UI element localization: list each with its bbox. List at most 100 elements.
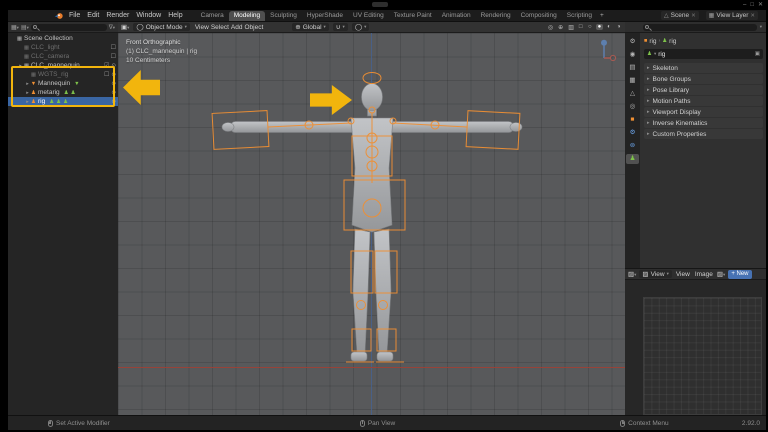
properties-tab-view-layer[interactable]: ▦ xyxy=(626,76,639,86)
panel-custom-properties[interactable]: ▸ Custom Properties xyxy=(644,129,763,139)
datablock-name-field[interactable]: ♟ ▾ rig ▣ xyxy=(644,49,763,59)
panel-viewport-display[interactable]: ▸ Viewport Display xyxy=(644,107,763,117)
properties-search-input[interactable] xyxy=(643,23,757,31)
collection-checkbox[interactable]: ☐ xyxy=(111,53,116,60)
menubar: File Edit Render Window Help xyxy=(69,12,190,19)
x-axis-handle xyxy=(609,54,617,62)
tab-rendering[interactable]: Rendering xyxy=(476,11,516,21)
tab-animation[interactable]: Animation xyxy=(437,11,476,21)
view-name-label: Front Orthographic xyxy=(126,39,181,46)
viewport-menu-object[interactable]: Object xyxy=(244,24,263,31)
view-layer-selector[interactable]: ▦ View Layer ✕ xyxy=(705,11,758,20)
status-hint-label: Pan View xyxy=(367,419,396,427)
menu-image[interactable]: Image xyxy=(695,271,713,278)
toggle-xray-icon[interactable]: □ xyxy=(578,24,584,30)
panel-bone-groups[interactable]: ▸ Bone Groups xyxy=(644,74,763,84)
tab-camera[interactable]: Camera xyxy=(196,11,229,21)
select-visible-icon[interactable]: ◎ xyxy=(547,24,554,31)
properties-tab-scene[interactable]: △ xyxy=(626,89,639,99)
tab-texture-paint[interactable]: Texture Paint xyxy=(389,11,437,21)
menu-render[interactable]: Render xyxy=(106,12,129,19)
tab-scripting[interactable]: Scripting xyxy=(562,11,597,21)
properties-tab-tool[interactable]: ⚙ xyxy=(626,37,639,47)
menu-edit[interactable]: Edit xyxy=(87,12,99,19)
show-gizmo-icon[interactable]: ⊕ xyxy=(557,24,564,31)
properties-tab-world[interactable]: ◎ xyxy=(626,102,639,112)
mode-label: Object Mode xyxy=(145,23,183,31)
editor-type-icon[interactable]: ▣▾ xyxy=(121,23,129,31)
menu-window[interactable]: Window xyxy=(136,12,161,19)
mouse-middle-icon xyxy=(359,419,365,427)
object-mode-icon: ◯ xyxy=(136,24,144,31)
viewport-menu-add[interactable]: Add xyxy=(231,24,243,31)
fake-user-icon[interactable]: ▣ xyxy=(755,51,760,57)
tab-hypershade[interactable]: HyperShade xyxy=(302,11,348,21)
tab-modeling[interactable]: Modeling xyxy=(228,10,266,21)
unlink-icon[interactable]: ✕ xyxy=(750,13,755,19)
viewport-canvas[interactable]: Front Orthographic (1) CLC_mannequin | r… xyxy=(118,33,625,415)
close-icon[interactable]: ✕ xyxy=(758,1,763,9)
show-overlays-icon[interactable]: ▥ xyxy=(567,24,575,31)
browse-image-icon[interactable]: ▨▾ xyxy=(717,270,725,278)
properties-tab-constraints[interactable]: ⚙ xyxy=(626,128,639,138)
outliner-row-clc-camera[interactable]: ▦ CLC_camera ☐ xyxy=(8,52,118,61)
snap-toggle[interactable]: ∪ ▾ xyxy=(332,23,348,31)
tab-uv-editing[interactable]: UV Editing xyxy=(348,11,389,21)
panel-motion-paths[interactable]: ▸ Motion Paths xyxy=(644,96,763,106)
editor-type-icon[interactable]: ▦▾ xyxy=(11,24,19,31)
collection-icon: ▦ xyxy=(23,53,30,60)
menu-help[interactable]: Help xyxy=(168,12,182,19)
add-workspace-button[interactable]: + xyxy=(597,11,607,20)
workspace-tabs: Camera Modeling Sculpting HyperShade UV Edit… xyxy=(196,10,607,21)
scene-selector[interactable]: △ Scene ✕ xyxy=(661,11,699,20)
image-editor-canvas[interactable] xyxy=(643,297,762,415)
viewport-menu-view[interactable]: View xyxy=(195,24,209,31)
minimize-icon[interactable]: – xyxy=(743,1,746,9)
viewport-header: ▣▾ ◯ Object Mode ▾ View Select Add Object ⊕… xyxy=(118,22,625,33)
wireframe-shading-icon[interactable]: ○ xyxy=(587,24,594,30)
filter-icon[interactable]: ∇▾ xyxy=(109,24,115,31)
outliner-row-scene-collection[interactable]: ▦ Scene Collection xyxy=(8,34,118,43)
chevron-down-icon: ▾ xyxy=(323,24,326,29)
new-image-button[interactable]: + New xyxy=(728,269,752,279)
properties-tab-object-data[interactable]: ♟ xyxy=(626,154,639,164)
properties-tab-physics[interactable]: ⊚ xyxy=(626,141,639,151)
breadcrumb-data[interactable]: rig xyxy=(669,38,676,45)
solid-shading-icon[interactable]: ● xyxy=(596,24,603,30)
options-chevron-icon[interactable]: ▾ xyxy=(760,24,762,30)
viewport-3d[interactable]: ▣▾ ◯ Object Mode ▾ View Select Add Object ⊕… xyxy=(118,22,625,415)
editor-type-icon[interactable]: ▨▾ xyxy=(628,270,636,278)
image-mode-dropdown[interactable]: ▨ View ▾ xyxy=(639,270,672,278)
tab-sculpting[interactable]: Sculpting xyxy=(265,11,302,21)
unlink-icon[interactable]: ✕ xyxy=(691,13,696,19)
panel-expand-icon: ▸ xyxy=(647,76,650,82)
properties-tab-output[interactable]: ▤ xyxy=(626,63,639,73)
blender-logo-icon[interactable] xyxy=(54,12,64,20)
panel-inverse-kinematics[interactable]: ▸ Inverse Kinematics xyxy=(644,118,763,128)
outliner-search-input[interactable] xyxy=(30,23,107,31)
status-hint-label: Set Active Modifier xyxy=(56,419,110,427)
proportional-editing-toggle[interactable]: ◯ ▾ xyxy=(351,23,370,31)
panel-label: Bone Groups xyxy=(652,75,691,83)
panel-skeleton[interactable]: ▸ Skeleton xyxy=(644,63,763,73)
collection-checkbox[interactable]: ☐ xyxy=(111,44,116,51)
properties-tab-object[interactable]: ■ xyxy=(626,115,639,125)
breadcrumb-separator: › xyxy=(658,38,661,44)
rendered-shading-icon[interactable]: ◑ xyxy=(615,24,622,30)
display-mode-icon[interactable]: ▤▾ xyxy=(21,24,29,31)
mode-dropdown[interactable]: ◯ Object Mode ▾ xyxy=(133,23,190,31)
panel-pose-library[interactable]: ▸ Pose Library xyxy=(644,85,763,95)
menu-view[interactable]: View xyxy=(676,271,690,278)
outliner-header: ▦▾ ▤▾ ∇▾ xyxy=(8,22,118,33)
tab-compositing[interactable]: Compositing xyxy=(516,11,562,21)
properties-tab-render[interactable]: ◉ xyxy=(626,50,639,60)
viewport-menu-select[interactable]: Select xyxy=(211,24,229,31)
breadcrumb-object[interactable]: rig xyxy=(649,38,656,45)
orientation-dropdown[interactable]: ⊕ Global ▾ xyxy=(292,23,329,31)
material-shading-icon[interactable]: ◐ xyxy=(606,24,613,30)
navigation-gizmo[interactable] xyxy=(591,37,617,63)
outliner-row-clc-light[interactable]: ▦ CLC_light ☐ xyxy=(8,43,118,52)
menu-file[interactable]: File xyxy=(69,12,80,19)
maximize-icon[interactable]: □ xyxy=(750,1,754,9)
outliner-item-label: CLC_light xyxy=(31,44,60,51)
